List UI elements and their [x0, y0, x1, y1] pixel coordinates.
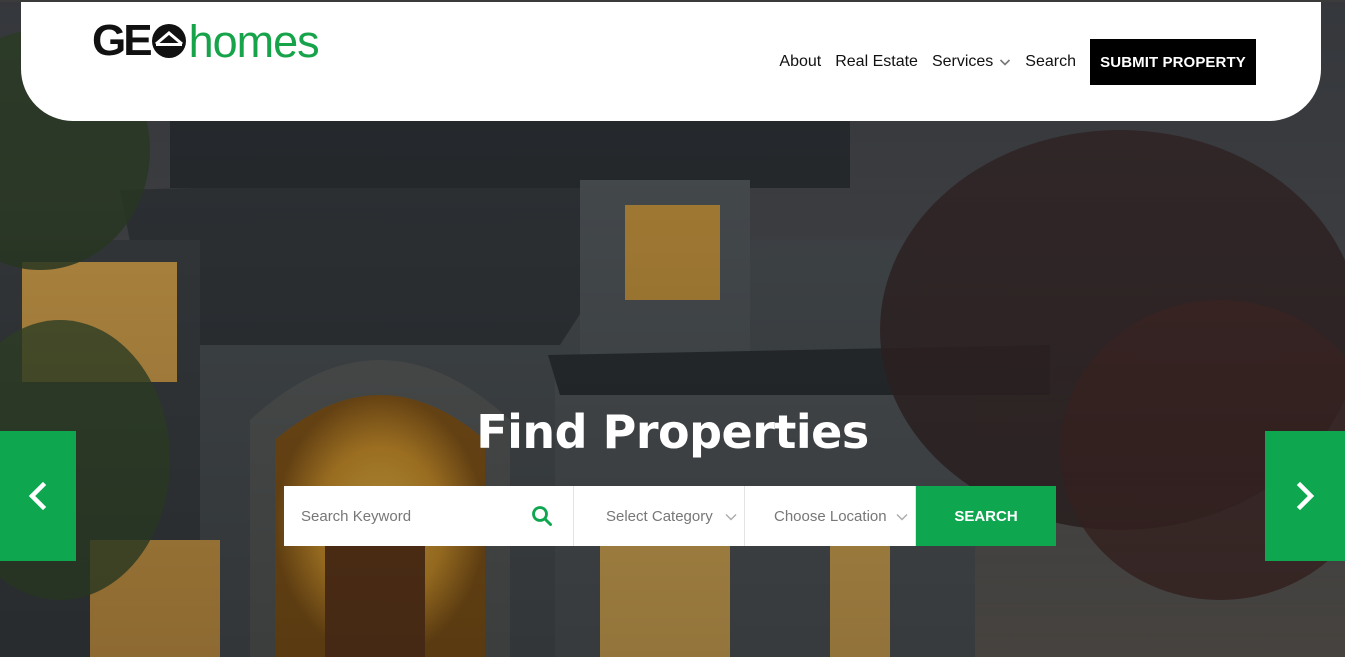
search-keyword-input[interactable] — [299, 506, 531, 526]
chevron-down-icon — [896, 514, 908, 521]
logo-text-homes: homes — [188, 15, 320, 67]
site-logo[interactable]: GE homes — [92, 15, 320, 67]
chevron-left-icon — [28, 481, 47, 511]
chevron-right-icon — [1296, 481, 1315, 511]
chevron-down-icon — [1000, 59, 1011, 66]
category-select[interactable]: Select Category — [574, 486, 745, 546]
search-button[interactable]: SEARCH — [916, 486, 1056, 546]
house-logo-icon — [151, 24, 186, 58]
search-icon[interactable] — [531, 505, 553, 527]
logo-text-ge: GE — [92, 16, 153, 65]
keyword-field — [284, 486, 574, 546]
nav-item-services[interactable]: Services — [932, 53, 1011, 71]
nav-item-real-estate[interactable]: Real Estate — [835, 53, 918, 71]
slider-prev-button[interactable] — [0, 431, 76, 561]
location-select[interactable]: Choose Location — [745, 486, 916, 546]
nav-item-search[interactable]: Search — [1025, 53, 1076, 71]
site-header: GE homes About Real Estate Services Sear… — [21, 2, 1321, 121]
submit-property-button[interactable]: SUBMIT PROPERTY — [1090, 39, 1256, 85]
hero-title: Find Properties — [476, 405, 869, 459]
property-search-form: Select Category Choose Location SEARCH — [284, 486, 1056, 546]
slider-next-button[interactable] — [1265, 431, 1345, 561]
chevron-down-icon — [725, 514, 737, 521]
main-nav: About Real Estate Services Search SUBMIT… — [765, 39, 1256, 85]
nav-item-services-label: Services — [931, 53, 994, 70]
page: GE homes About Real Estate Services Sear… — [0, 0, 1345, 657]
location-select-value: Choose Location — [774, 507, 887, 525]
nav-item-about[interactable]: About — [779, 53, 821, 71]
category-select-value: Select Category — [606, 507, 713, 525]
